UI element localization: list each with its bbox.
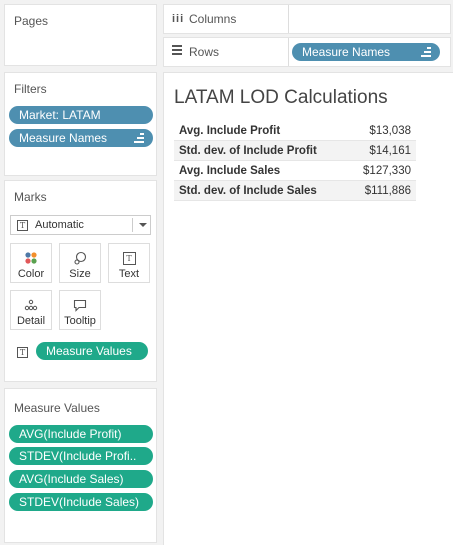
filter-measure-names-label: Measure Names xyxy=(19,131,108,145)
measure-avg-sales-pill[interactable]: AVG(Include Sales) xyxy=(9,470,153,488)
pages-panel: Pages xyxy=(4,4,157,66)
measures-table: Avg. Include Profit $13,038 Std. dev. of… xyxy=(174,121,416,201)
filter-measure-names-pill[interactable]: Measure Names xyxy=(9,129,153,147)
filters-panel: Filters Market: LATAM Measure Names xyxy=(4,72,157,176)
row-value: $14,161 xyxy=(350,140,416,161)
columns-label: Columns xyxy=(189,12,237,26)
filter-market-pill[interactable]: Market: LATAM xyxy=(9,106,153,124)
columns-icon: iii xyxy=(172,13,185,25)
measure-stdev-profit-pill[interactable]: STDEV(Include Profi.. xyxy=(9,447,153,465)
size-label: Size xyxy=(69,268,91,280)
color-label: Color xyxy=(17,268,45,280)
tooltip-icon xyxy=(60,296,100,314)
tooltip-label: Tooltip xyxy=(64,315,96,327)
mark-type-label: Automatic xyxy=(35,219,84,231)
color-button[interactable]: Color xyxy=(10,243,52,283)
tooltip-button[interactable]: Tooltip xyxy=(59,290,101,330)
text-label: Text xyxy=(118,268,140,280)
measure-stdev-profit-label: STDEV(Include Profi.. xyxy=(19,449,137,463)
measure-avg-profit-pill[interactable]: AVG(Include Profit) xyxy=(9,425,153,443)
text-icon: T xyxy=(109,249,149,267)
row-label: Avg. Include Sales xyxy=(174,160,350,181)
detail-label: Detail xyxy=(16,315,46,327)
detail-icon xyxy=(11,296,51,314)
columns-shelf[interactable]: iii Columns xyxy=(163,4,451,34)
pages-title: Pages xyxy=(14,14,49,28)
text-button[interactable]: T Text xyxy=(108,243,150,283)
row-label: Std. dev. of Include Sales xyxy=(174,180,350,201)
marks-measure-values-pill[interactable]: Measure Values xyxy=(36,342,148,360)
rows-icon xyxy=(172,45,182,55)
sort-icon xyxy=(134,133,144,143)
chevron-down-icon xyxy=(139,223,147,227)
detail-button[interactable]: Detail xyxy=(10,290,52,330)
table-row[interactable]: Avg. Include Profit $13,038 xyxy=(174,121,416,141)
table-row[interactable]: Avg. Include Sales $127,330 xyxy=(174,160,416,181)
rows-label: Rows xyxy=(189,45,220,59)
sort-icon xyxy=(421,47,431,57)
row-label: Std. dev. of Include Profit xyxy=(174,140,350,161)
columns-divider xyxy=(288,5,289,33)
row-value: $111,886 xyxy=(350,180,416,201)
measure-values-title: Measure Values xyxy=(14,401,100,415)
rows-divider xyxy=(288,38,289,66)
row-value: $127,330 xyxy=(350,160,416,181)
view-title: LATAM LOD Calculations xyxy=(174,87,388,108)
filter-market-label: Market: LATAM xyxy=(19,108,101,122)
dropdown-divider xyxy=(132,218,133,232)
size-button[interactable]: Size xyxy=(59,243,101,283)
marks-title: Marks xyxy=(14,190,47,204)
table-row[interactable]: Std. dev. of Include Profit $14,161 xyxy=(174,140,416,161)
measure-avg-profit-label: AVG(Include Profit) xyxy=(19,427,122,441)
rows-shelf[interactable]: Rows Measure Names xyxy=(163,37,451,67)
text-mark-icon: T xyxy=(17,220,28,231)
size-icon xyxy=(60,249,100,267)
rows-measure-names-pill[interactable]: Measure Names xyxy=(292,43,440,61)
rows-pill-label: Measure Names xyxy=(302,45,391,59)
text-shelf-icon: T xyxy=(17,347,28,358)
marks-panel: Marks T Automatic Color Size T Text Deta… xyxy=(4,180,157,382)
measure-stdev-sales-label: STDEV(Include Sales) xyxy=(19,495,140,509)
mark-type-select[interactable]: T Automatic xyxy=(10,215,151,235)
measure-stdev-sales-pill[interactable]: STDEV(Include Sales) xyxy=(9,493,153,511)
row-label: Avg. Include Profit xyxy=(174,121,350,141)
measure-values-panel: Measure Values AVG(Include Profit) STDEV… xyxy=(4,388,157,543)
marks-measure-values-label: Measure Values xyxy=(46,344,132,358)
color-icon xyxy=(11,249,51,267)
filters-title: Filters xyxy=(14,82,47,96)
measure-avg-sales-label: AVG(Include Sales) xyxy=(19,472,124,486)
row-value: $13,038 xyxy=(350,121,416,141)
table-row[interactable]: Std. dev. of Include Sales $111,886 xyxy=(174,180,416,201)
